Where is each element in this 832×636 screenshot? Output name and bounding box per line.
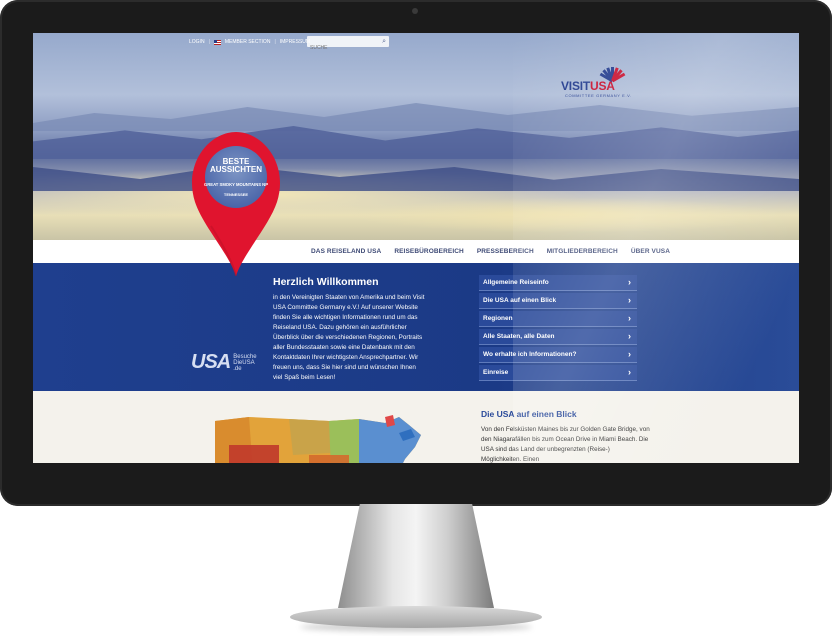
login-link[interactable]: LOGIN xyxy=(189,39,205,45)
monitor-stand xyxy=(338,504,494,608)
pin-badge: BESTE AUSSICHTEN GREAT SMOKY MOUNTAINS N… xyxy=(204,146,268,208)
search-icon[interactable]: ⌕ xyxy=(382,37,386,46)
pin-subtitle: GREAT SMOKY MOUNTAINS NP xyxy=(204,181,268,187)
welcome-text: in den Vereinigten Staaten von Amerika u… xyxy=(273,294,425,381)
chevron-right-icon: › xyxy=(628,349,631,359)
menu-item-reiseinfo[interactable]: Allgemeine Reiseinfo › xyxy=(479,275,637,291)
us-flag-icon xyxy=(213,39,221,45)
hero-image: LOGIN | MEMBER SECTION | IMPRESSUM ⌕ xyxy=(33,33,799,240)
chevron-right-icon: › xyxy=(628,331,631,341)
pin-title: BESTE AUSSICHTEN xyxy=(209,156,262,174)
camera xyxy=(412,8,418,14)
nav-item-presse[interactable]: PRESSEBEREICH xyxy=(477,248,534,255)
monitor-frame: LOGIN | MEMBER SECTION | IMPRESSUM ⌕ xyxy=(0,0,832,506)
nav-item-mitglieder[interactable]: MITGLIEDERBEREICH xyxy=(547,248,618,255)
imprint-link[interactable]: IMPRESSUM xyxy=(280,39,310,45)
menu-item-auf-einen-blick[interactable]: Die USA auf einen Blick › xyxy=(479,293,637,309)
monitor-base xyxy=(290,606,542,628)
main-navigation: DAS REISELAND USA REISEBÜROBEREICH PRESS… xyxy=(33,240,799,264)
section-text: Von den Felsküsten Maines bis zur Golden… xyxy=(481,426,650,463)
utility-bar: LOGIN | MEMBER SECTION | IMPRESSUM xyxy=(189,37,310,47)
chevron-right-icon: › xyxy=(628,367,631,377)
menu-item-staaten[interactable]: Alle Staaten, alle Daten › xyxy=(479,329,637,345)
visit-usa-logo[interactable]: VISITUSA COMMITTEE GERMANY E.V. xyxy=(561,51,643,99)
logo-subline: COMMITTEE GERMANY E.V. xyxy=(565,93,632,98)
chevron-right-icon: › xyxy=(628,295,631,305)
divider: | xyxy=(274,39,276,45)
usa-illustrated-map[interactable] xyxy=(209,413,431,463)
screen: LOGIN | MEMBER SECTION | IMPRESSUM ⌕ xyxy=(33,33,799,463)
section-title[interactable]: Die USA auf einen Blick xyxy=(481,409,577,419)
chevron-right-icon: › xyxy=(628,277,631,287)
menu-item-regionen[interactable]: Regionen › xyxy=(479,311,637,327)
chevron-right-icon: › xyxy=(628,313,631,323)
welcome-title: Herzlich Willkommen xyxy=(273,276,379,288)
besuche-die-usa-logo[interactable]: USA Besuche DieUSA .de xyxy=(191,351,257,374)
nav-item-ueber-vusa[interactable]: ÜBER VUSA xyxy=(631,248,670,255)
logo-wordmark: VISITUSA xyxy=(561,79,615,93)
member-section-link[interactable]: MEMBER SECTION xyxy=(225,39,271,45)
divider: | xyxy=(208,39,210,45)
info-menu: Allgemeine Reiseinfo › Die USA auf einen … xyxy=(479,275,637,383)
welcome-band: Herzlich Willkommen in den Vereinigten S… xyxy=(33,263,799,391)
location-pin-teaser[interactable]: BESTE AUSSICHTEN GREAT SMOKY MOUNTAINS N… xyxy=(189,130,283,278)
nav-item-reiseland[interactable]: DAS REISELAND USA xyxy=(311,248,381,255)
logo-rays xyxy=(591,51,639,83)
nav-item-reisebuero[interactable]: REISEBÜROBEREICH xyxy=(394,248,464,255)
search-box: ⌕ xyxy=(307,36,389,54)
menu-item-einreise[interactable]: Einreise › xyxy=(479,365,637,381)
pin-state: TENNESSEE xyxy=(223,191,249,197)
mountain-ridge xyxy=(33,103,799,131)
usa-overview-section: Die USA auf einen Blick Von den Felsküst… xyxy=(33,391,799,463)
search-input[interactable] xyxy=(307,42,381,54)
menu-item-informationen[interactable]: Wo erhalte ich Informationen? › xyxy=(479,347,637,363)
